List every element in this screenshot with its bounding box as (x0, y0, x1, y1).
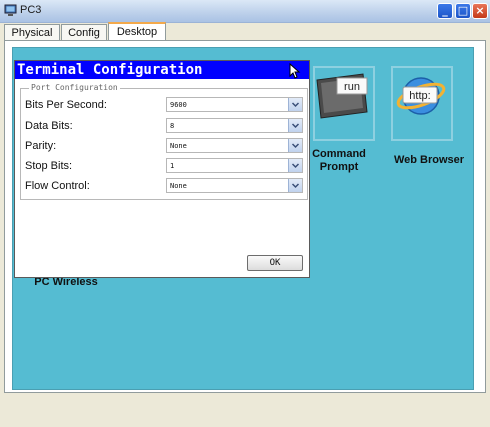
group-label: Port Configuration (29, 83, 120, 93)
tab-config[interactable]: Config (61, 24, 107, 40)
select-value: 1 (170, 162, 175, 170)
chevron-down-icon[interactable] (288, 119, 302, 132)
select-value: 9600 (170, 101, 187, 109)
command-prompt-label[interactable]: Command Prompt (308, 148, 370, 174)
data-bits-select[interactable]: 8 (166, 118, 303, 133)
dialog-title[interactable]: Terminal Configuration (15, 61, 309, 79)
terminal-configuration-dialog: Terminal Configuration Port Configuratio… (14, 60, 310, 278)
flow-control-label: Flow Control: (25, 180, 90, 192)
select-value: None (170, 182, 187, 190)
chevron-down-icon[interactable] (288, 179, 302, 192)
web-browser-tile[interactable]: http: (391, 66, 453, 141)
tab-physical[interactable]: Physical (4, 24, 60, 40)
window-bottom-bar (0, 396, 490, 427)
close-button[interactable]: × (472, 3, 488, 19)
window-title: PC3 (20, 4, 42, 16)
select-value: None (170, 142, 187, 150)
select-value: 8 (170, 122, 175, 130)
flow-control-select[interactable]: None (166, 178, 303, 193)
web-browser-label[interactable]: Web Browser (388, 154, 470, 167)
stop-bits-select[interactable]: 1 (166, 158, 303, 173)
parity-label: Parity: (25, 140, 57, 152)
command-prompt-tile[interactable]: run (313, 66, 375, 141)
window-title-bar[interactable]: PC3 _ □ × (0, 0, 490, 23)
ok-button[interactable]: OK (247, 255, 303, 271)
mouse-cursor-icon (289, 63, 301, 79)
command-prompt-icon: run (316, 73, 368, 119)
chevron-down-icon[interactable] (288, 98, 302, 111)
chevron-down-icon[interactable] (288, 159, 302, 172)
tab-desktop[interactable]: Desktop (108, 22, 166, 41)
pc-app-icon (4, 4, 17, 16)
bits-per-second-select[interactable]: 9600 (166, 97, 303, 112)
svg-text:http:: http: (409, 90, 430, 102)
data-bits-label: Data Bits: (25, 120, 73, 132)
minimize-button[interactable]: _ (437, 3, 453, 19)
svg-text:run: run (344, 81, 360, 93)
web-browser-icon: http: (396, 77, 446, 115)
bits-per-second-label: Bits Per Second: (25, 99, 107, 111)
stop-bits-label: Stop Bits: (25, 160, 73, 172)
chevron-down-icon[interactable] (288, 139, 302, 152)
maximize-button[interactable]: □ (455, 3, 471, 19)
parity-select[interactable]: None (166, 138, 303, 153)
